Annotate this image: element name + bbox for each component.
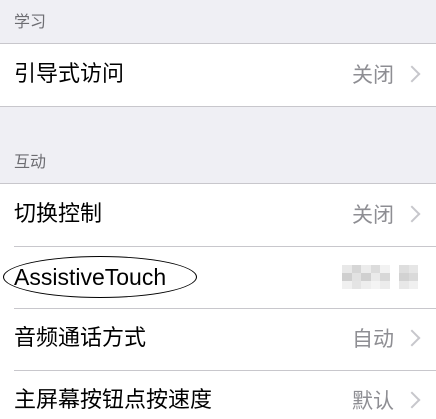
row-value: 自动	[352, 327, 394, 351]
row-call-audio-routing[interactable]: 音频通话方式 自动	[0, 308, 436, 370]
row-assistivetouch[interactable]: AssistiveTouch	[0, 246, 436, 308]
row-label: 音频通话方式	[14, 326, 147, 351]
row-label: 主屏幕按钮点按速度	[14, 388, 213, 413]
chevron-right-icon	[403, 65, 421, 83]
row-label: 引导式访问	[14, 62, 125, 87]
pixelated-redaction	[342, 265, 418, 289]
row-home-click-speed[interactable]: 主屏幕按钮点按速度 默认	[0, 370, 436, 419]
row-guided-access[interactable]: 引导式访问 关闭	[0, 44, 436, 106]
row-value: 关闭	[352, 203, 394, 227]
settings-group-interaction: 切换控制 关闭 AssistiveTouch 音频通话方式 自动 主屏幕按钮点按…	[0, 183, 436, 419]
row-value: 默认	[352, 389, 394, 413]
settings-group-learning: 引导式访问 关闭	[0, 43, 436, 107]
row-label: 切换控制	[14, 202, 103, 227]
row-label: AssistiveTouch	[14, 264, 167, 290]
section-header-learning: 学习	[14, 12, 47, 31]
section-header-interaction: 互动	[14, 152, 47, 171]
chevron-right-icon	[403, 329, 421, 347]
chevron-right-icon	[403, 205, 421, 223]
row-value: 关闭	[352, 63, 394, 87]
row-switch-control[interactable]: 切换控制 关闭	[0, 184, 436, 246]
chevron-right-icon	[403, 391, 421, 409]
